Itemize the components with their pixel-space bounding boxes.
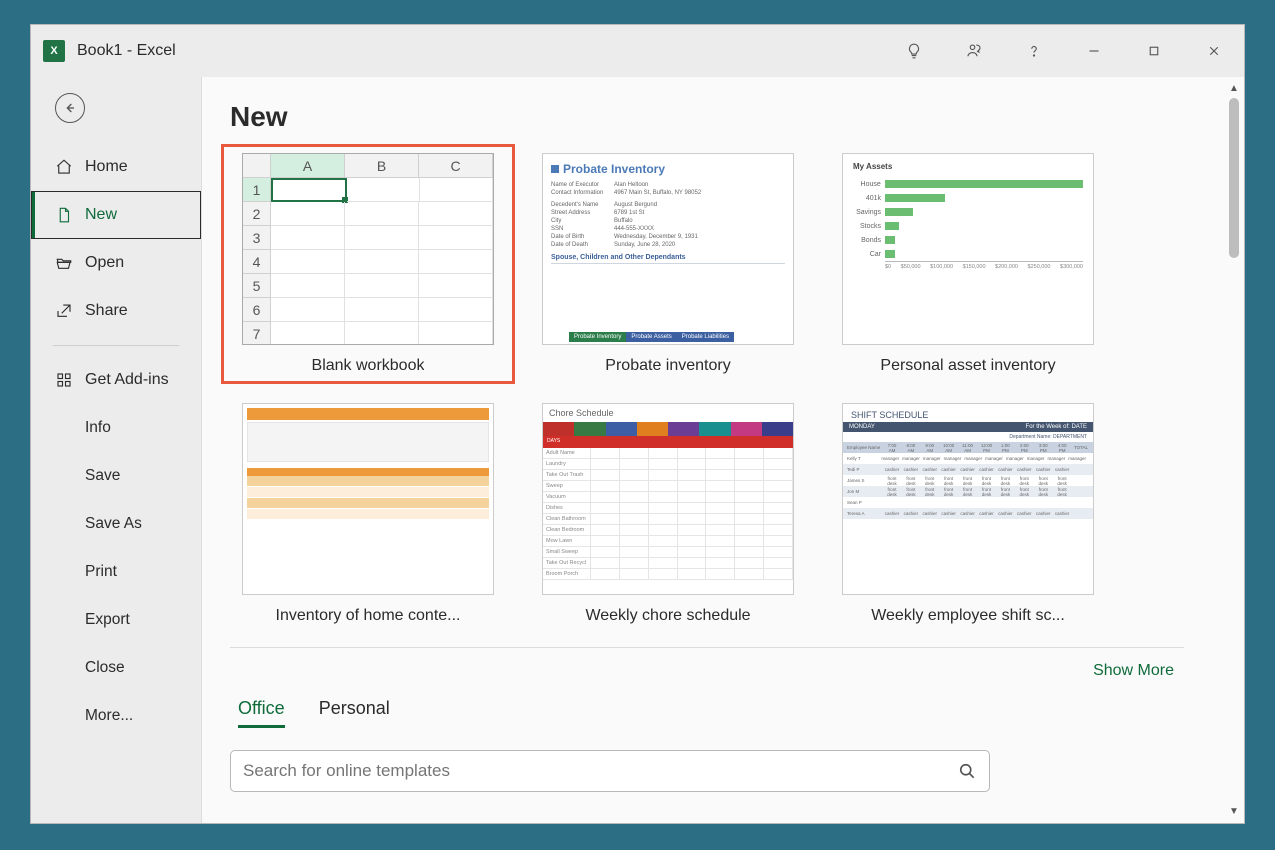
- sidebar-item-label: Get Add-ins: [85, 371, 169, 389]
- scroll-thumb[interactable]: [1229, 98, 1239, 258]
- sidebar-divider: [53, 345, 179, 346]
- help-icon[interactable]: [1004, 25, 1064, 77]
- share-icon: [55, 302, 73, 320]
- sidebar-item-get-addins[interactable]: Get Add-ins: [31, 356, 201, 404]
- scroll-up-arrow[interactable]: ▲: [1229, 83, 1239, 94]
- document-icon: [55, 206, 73, 224]
- sidebar-item-share[interactable]: Share: [31, 287, 201, 335]
- template-grid: A B C 1 2 3 4 5 6 7 B: [230, 153, 1244, 625]
- template-inventory-home-contents[interactable]: Inventory of home conte...: [230, 403, 506, 625]
- sidebar-item-export[interactable]: Export: [31, 596, 201, 644]
- template-weekly-employee-shift-schedule[interactable]: SHIFT SCHEDULE MONDAYFor the Week of: DA…: [830, 403, 1106, 625]
- maximize-button[interactable]: [1124, 25, 1184, 77]
- template-label: Weekly chore schedule: [585, 607, 750, 625]
- sidebar-item-open[interactable]: Open: [31, 239, 201, 287]
- titlebar: X Book1 - Excel: [31, 25, 1244, 77]
- template-weekly-chore-schedule[interactable]: Chore Schedule DAYS Adult NameLaundryTak…: [530, 403, 806, 625]
- sidebar-item-label: Share: [85, 302, 128, 320]
- sidebar-item-new[interactable]: New: [31, 191, 201, 239]
- template-personal-asset-inventory[interactable]: My Assets House401kSavingsStocksBondsCar…: [830, 153, 1106, 375]
- sidebar-item-more[interactable]: More...: [31, 692, 201, 740]
- sidebar-item-label: Home: [85, 158, 128, 176]
- page-title: New: [230, 101, 1244, 133]
- template-thumbnail: Probate Inventory Name of ExecutorAlan H…: [542, 153, 794, 345]
- template-label: Probate inventory: [605, 357, 730, 375]
- template-thumbnail: Chore Schedule DAYS Adult NameLaundryTak…: [542, 403, 794, 595]
- template-thumbnail: My Assets House401kSavingsStocksBondsCar…: [842, 153, 1094, 345]
- sidebar-item-save[interactable]: Save: [31, 452, 201, 500]
- sidebar-item-info[interactable]: Info: [31, 404, 201, 452]
- template-search-box[interactable]: [230, 750, 990, 792]
- sidebar-item-close[interactable]: Close: [31, 644, 201, 692]
- search-icon[interactable]: [957, 761, 977, 781]
- excel-backstage-window: X Book1 - Excel: [30, 24, 1245, 824]
- sidebar-item-label: New: [85, 206, 117, 224]
- template-thumbnail: [242, 403, 494, 595]
- vertical-scrollbar[interactable]: ▲ ▼: [1226, 83, 1242, 817]
- tab-office[interactable]: Office: [238, 698, 285, 728]
- sidebar-item-print[interactable]: Print: [31, 548, 201, 596]
- folder-open-icon: [55, 254, 73, 272]
- template-thumbnail: SHIFT SCHEDULE MONDAYFor the Week of: DA…: [842, 403, 1094, 595]
- sidebar-item-label: Open: [85, 254, 124, 272]
- template-probate-inventory[interactable]: Probate Inventory Name of ExecutorAlan H…: [530, 153, 806, 375]
- template-label: Personal asset inventory: [880, 357, 1055, 375]
- back-button[interactable]: [55, 93, 85, 123]
- feedback-icon[interactable]: [944, 25, 1004, 77]
- search-input[interactable]: [243, 761, 957, 781]
- backstage-sidebar: Home New Open Share Get Add-ins Info Sav…: [31, 77, 201, 823]
- addins-icon: [55, 371, 73, 389]
- sidebar-item-home[interactable]: Home: [31, 143, 201, 191]
- template-label: Inventory of home conte...: [276, 607, 461, 625]
- template-source-tabs: Office Personal: [230, 680, 1244, 742]
- template-thumbnail: A B C 1 2 3 4 5 6 7: [242, 153, 494, 345]
- close-button[interactable]: [1184, 25, 1244, 77]
- minimize-button[interactable]: [1064, 25, 1124, 77]
- content-area: New A B C 1 2: [201, 77, 1244, 823]
- show-more-link[interactable]: Show More: [230, 662, 1244, 680]
- window-title: Book1 - Excel: [77, 42, 176, 60]
- home-icon: [55, 158, 73, 176]
- template-label: Blank workbook: [312, 357, 425, 375]
- tab-personal[interactable]: Personal: [319, 698, 390, 728]
- sidebar-item-save-as[interactable]: Save As: [31, 500, 201, 548]
- template-label: Weekly employee shift sc...: [871, 607, 1065, 625]
- excel-app-icon: X: [43, 40, 65, 62]
- scroll-down-arrow[interactable]: ▼: [1229, 806, 1239, 817]
- content-divider: [230, 647, 1184, 648]
- template-blank-workbook[interactable]: A B C 1 2 3 4 5 6 7 B: [221, 144, 515, 384]
- lightbulb-icon[interactable]: [884, 25, 944, 77]
